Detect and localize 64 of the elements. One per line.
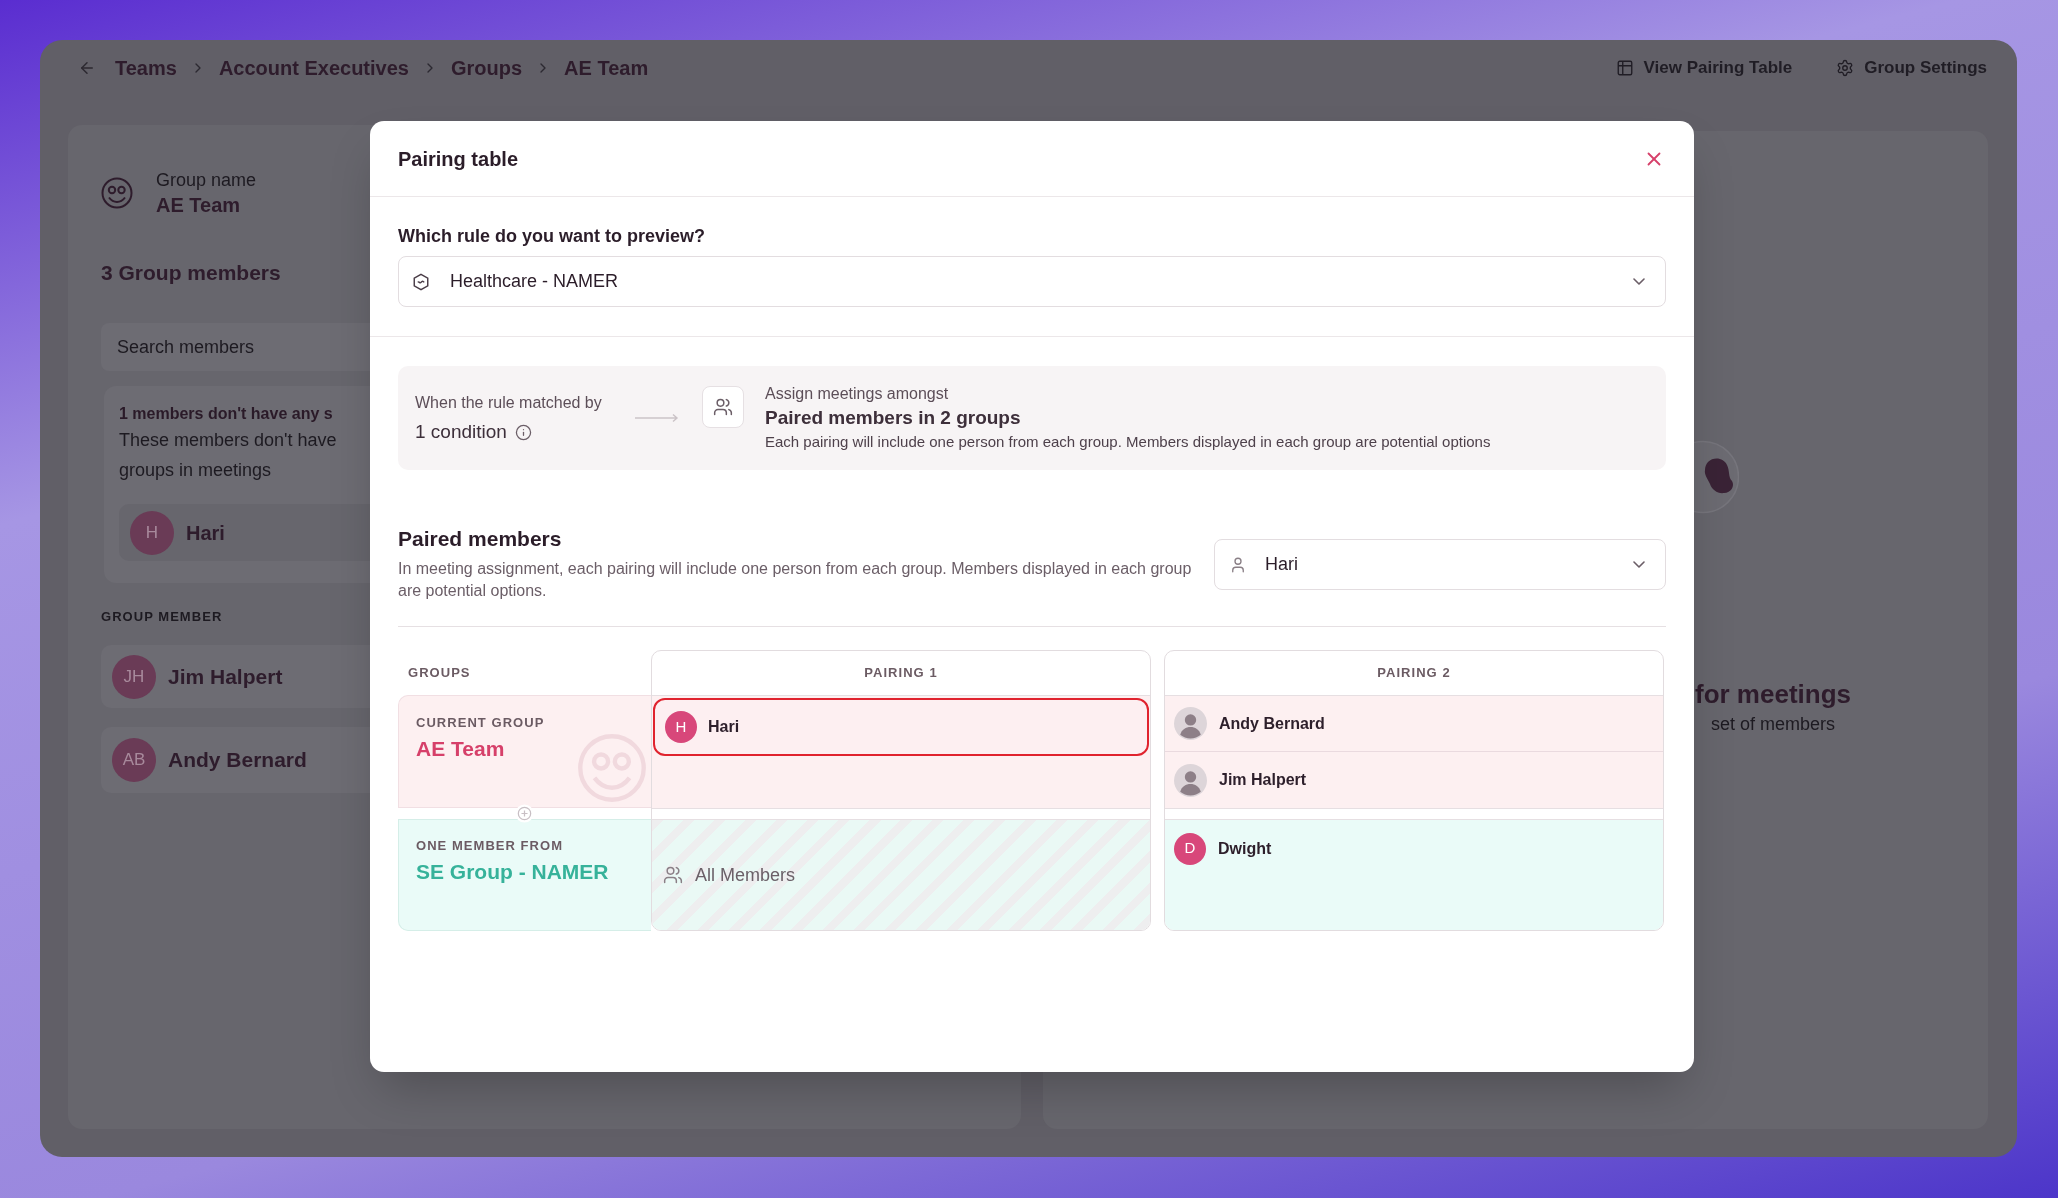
info-icon[interactable] <box>514 423 532 441</box>
member-avatar: AB <box>112 738 156 782</box>
group-name-label: Group name <box>156 169 257 192</box>
notice-text: These members don't have <box>119 429 337 452</box>
member-row[interactable]: H Hari <box>119 504 370 561</box>
settings-icon <box>1836 59 1855 77</box>
hexagon-icon <box>412 272 430 291</box>
person-silhouette-icon <box>1174 707 1207 740</box>
breadcrumb-current[interactable]: AE Team <box>564 53 649 83</box>
member-avatar: H <box>665 711 697 743</box>
member-name: Andy Bernard <box>1219 713 1325 734</box>
member-name: Andy Bernard <box>168 747 307 774</box>
column-heading: PAIRING 1 <box>864 664 938 683</box>
field-label: Which rule do you want to preview? <box>398 225 706 248</box>
section-label: GROUP MEMBER <box>101 608 223 626</box>
member-avatar: JH <box>112 654 156 699</box>
member-count: 3 Group members <box>101 260 281 286</box>
modal-title: Pairing table <box>398 146 519 172</box>
section-title: Paired members <box>398 526 562 552</box>
group-name: AE Team <box>156 193 241 218</box>
arrow-right-icon <box>635 413 679 423</box>
assign-title: Paired members in 2 groups <box>765 406 1021 430</box>
column-heading: PAIRING 2 <box>1377 664 1451 683</box>
chevron-down-icon <box>1633 561 1645 568</box>
match-label: When the rule matched by <box>415 393 602 413</box>
breadcrumb-link[interactable]: Groups <box>450 53 523 83</box>
column-heading: GROUPS <box>408 663 471 682</box>
all-members-label: All Members <box>695 863 796 887</box>
member-name: Dwight <box>1218 838 1272 859</box>
breadcrumb-link[interactable]: Teams <box>115 53 177 83</box>
search-field[interactable]: Search members <box>101 323 370 371</box>
group-label: ONE MEMBER FROM <box>416 837 564 855</box>
group-label: CURRENT GROUP <box>416 714 545 732</box>
plus-circle-icon <box>515 804 534 823</box>
condition-count: 1 condition <box>415 420 507 444</box>
users-icon <box>702 386 744 428</box>
group-name: SE Group - NAMER <box>416 859 609 885</box>
group-name: AE Team <box>416 736 505 762</box>
notice-title: 1 members don't have any s <box>119 404 333 424</box>
member-avatar: H <box>130 510 174 555</box>
smiley-icon <box>101 177 133 209</box>
rule-select[interactable]: Healthcare - NAMER <box>398 256 1666 307</box>
member-row[interactable]: AB Andy Bernard <box>101 727 370 793</box>
chevron-down-icon <box>1633 278 1645 285</box>
member-row[interactable]: JH Jim Halpert <box>101 645 370 708</box>
person-silhouette-icon <box>1174 763 1207 797</box>
member-name: Hari <box>186 520 225 546</box>
empty-state-subtitle: set of members <box>1710 713 1835 736</box>
member-select[interactable]: Hari <box>1214 539 1666 590</box>
table-icon <box>1615 59 1634 77</box>
section-description: In meeting assignment, each pairing will include one person from each group. Members displayed in each group are potential options. <box>398 559 1193 601</box>
member-name: Hari <box>708 717 740 737</box>
assign-label: Assign meetings amongst <box>765 384 949 404</box>
empty-state-title: for meetings <box>1695 678 1851 710</box>
assign-text: Each pairing will include one person from each group. Members displayed in each group are potential options <box>765 432 1491 452</box>
notice-text: groups in meetings <box>119 459 272 482</box>
users-icon <box>663 865 683 885</box>
member-name: Jim Halpert <box>168 663 283 690</box>
user-icon <box>1229 555 1247 574</box>
breadcrumb-link[interactable]: Account Executives <box>218 53 409 83</box>
member-name: Jim Halpert <box>1219 770 1307 790</box>
member-avatar: D <box>1174 832 1206 865</box>
toolbar-button[interactable]: View Pairing Table <box>1615 55 1793 81</box>
toolbar-button[interactable]: Group Settings <box>1836 55 1987 81</box>
